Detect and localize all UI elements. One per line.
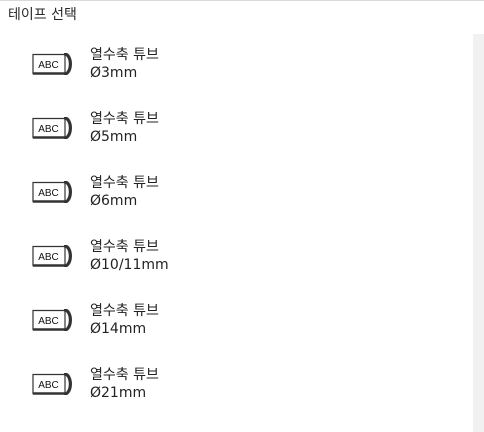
item-size: Ø10/11mm <box>90 257 169 273</box>
panel-title: 테이프 선택 <box>8 7 77 23</box>
item-name: 열수축 튜브 <box>90 239 159 255</box>
vertical-scrollbar[interactable] <box>473 34 484 432</box>
label-tape-icon: ABC <box>32 181 72 203</box>
panel-divider <box>0 0 484 1</box>
tape-list: ABC 열수축 튜브 Ø3mm ABC 열수축 튜브 Ø5mm ABC 열수축 … <box>0 36 472 420</box>
item-text: 열수축 튜브 Ø5mm <box>90 110 159 146</box>
item-size: Ø6mm <box>90 193 138 209</box>
item-name: 열수축 튜브 <box>90 303 159 319</box>
item-name: 열수축 튜브 <box>90 47 159 63</box>
item-text: 열수축 튜브 Ø3mm <box>90 46 159 82</box>
svg-text:ABC: ABC <box>38 188 59 199</box>
svg-text:ABC: ABC <box>38 124 59 135</box>
label-tape-icon: ABC <box>32 53 72 75</box>
label-tape-icon: ABC <box>32 117 72 139</box>
svg-text:ABC: ABC <box>38 380 59 391</box>
svg-text:ABC: ABC <box>38 60 59 71</box>
tape-item-heat-shrink-21mm[interactable]: ABC 열수축 튜브 Ø21mm <box>0 356 472 420</box>
item-size: Ø21mm <box>90 385 147 401</box>
item-name: 열수축 튜브 <box>90 367 159 383</box>
item-text: 열수축 튜브 Ø21mm <box>90 366 159 402</box>
item-text: 열수축 튜브 Ø10/11mm <box>90 238 169 274</box>
label-tape-icon: ABC <box>32 245 72 267</box>
label-tape-icon: ABC <box>32 373 72 395</box>
svg-text:ABC: ABC <box>38 316 59 327</box>
tape-item-heat-shrink-3mm[interactable]: ABC 열수축 튜브 Ø3mm <box>0 36 472 100</box>
item-name: 열수축 튜브 <box>90 175 159 191</box>
tape-item-heat-shrink-5mm[interactable]: ABC 열수축 튜브 Ø5mm <box>0 100 472 164</box>
item-size: Ø3mm <box>90 65 138 81</box>
svg-text:ABC: ABC <box>38 252 59 263</box>
item-text: 열수축 튜브 Ø6mm <box>90 174 159 210</box>
item-size: Ø14mm <box>90 321 147 337</box>
item-name: 열수축 튜브 <box>90 111 159 127</box>
item-size: Ø5mm <box>90 129 138 145</box>
tape-item-heat-shrink-10-11mm[interactable]: ABC 열수축 튜브 Ø10/11mm <box>0 228 472 292</box>
tape-item-heat-shrink-14mm[interactable]: ABC 열수축 튜브 Ø14mm <box>0 292 472 356</box>
label-tape-icon: ABC <box>32 309 72 331</box>
item-text: 열수축 튜브 Ø14mm <box>90 302 159 338</box>
tape-item-heat-shrink-6mm[interactable]: ABC 열수축 튜브 Ø6mm <box>0 164 472 228</box>
tape-selection-panel: 테이프 선택 ABC 열수축 튜브 Ø3mm ABC 열수축 튜브 Ø5mm A… <box>0 0 484 432</box>
